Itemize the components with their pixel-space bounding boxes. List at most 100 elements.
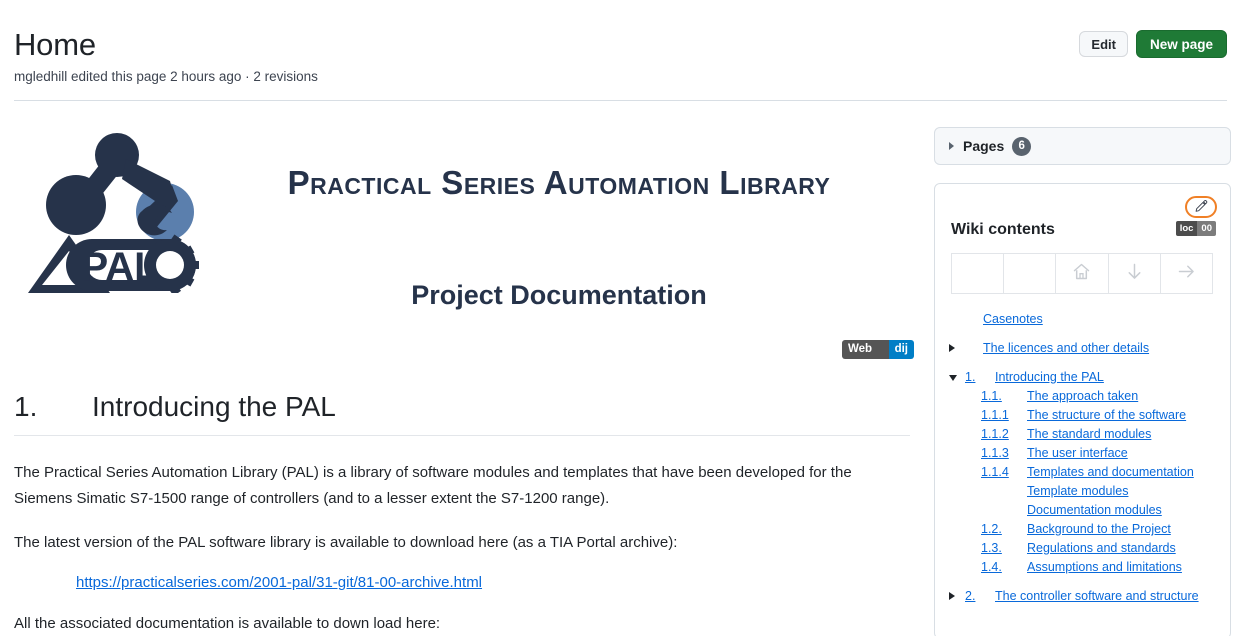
toc-item-link[interactable]: Background to the Project bbox=[1027, 520, 1171, 538]
toc-item: 1.2. Background to the Project bbox=[949, 520, 1216, 538]
wiki-nav-table bbox=[950, 253, 1214, 294]
edit-button[interactable]: Edit bbox=[1079, 31, 1128, 57]
loc-badge: loc 00 bbox=[1175, 221, 1216, 236]
section-heading: 1. Introducing the PAL bbox=[14, 391, 910, 423]
new-page-button[interactable]: New page bbox=[1135, 30, 1227, 58]
toc-item: The licences and other details bbox=[949, 339, 1216, 357]
toc-item-link[interactable]: Regulations and standards bbox=[1027, 539, 1176, 557]
pal-logo-icon: PAL bbox=[28, 133, 199, 293]
chevron-right-icon bbox=[949, 142, 954, 150]
banner: PAL Practical Series Automation Library … bbox=[14, 118, 914, 318]
toc-caret-spacer bbox=[949, 531, 965, 533]
wiki-contents-card: loc 00 Wiki contents Casenotes The licen… bbox=[934, 183, 1231, 636]
paragraph-2: The latest version of the PAL software l… bbox=[14, 534, 678, 551]
arrow-down-icon bbox=[1128, 263, 1141, 279]
toc-item-link[interactable]: Assumptions and limitations bbox=[1027, 558, 1182, 576]
web-id-badge: Web ID dij bbox=[842, 340, 914, 359]
home-icon bbox=[1074, 263, 1090, 279]
toc-item-link[interactable]: Documentation modules bbox=[1027, 501, 1162, 519]
paragraph-3: All the associated documentation is avai… bbox=[14, 615, 441, 632]
banner-subtitle: Project Documentation bbox=[411, 280, 707, 310]
toc-item: 1. Introducing the PAL bbox=[949, 368, 1216, 386]
toc-item: 2. The controller software and structure bbox=[949, 587, 1216, 605]
toc-item-number[interactable]: 1.3. bbox=[981, 539, 1027, 557]
nav-cell-forward[interactable] bbox=[1159, 253, 1214, 294]
toc-item-number[interactable]: 1. bbox=[965, 368, 995, 386]
toc-item-link[interactable]: The standard modules bbox=[1027, 425, 1151, 443]
table-row bbox=[950, 253, 1214, 294]
paragraph-1: The Practical Series Automation Library … bbox=[14, 464, 852, 507]
web-id-badge-label: Web ID bbox=[842, 340, 889, 359]
toc-caret-spacer bbox=[949, 474, 965, 476]
page-header: Home mgledhill edited this page 2 hours … bbox=[0, 0, 1241, 100]
toc-item-link[interactable]: Casenotes bbox=[983, 310, 1043, 328]
toc-item: 1.4. Assumptions and limitations bbox=[949, 558, 1216, 576]
toc-item-link[interactable]: The user interface bbox=[1027, 444, 1128, 462]
toc-caret-right-icon bbox=[949, 592, 955, 600]
toc-caret-spacer bbox=[949, 321, 965, 323]
toc-item: 1.1.1 The structure of the software bbox=[949, 406, 1216, 424]
toc-caret-spacer bbox=[949, 417, 965, 419]
toc-item-link[interactable]: Template modules bbox=[1027, 482, 1128, 500]
toc-item-number[interactable]: 1.1. bbox=[981, 387, 1027, 405]
toc-caret-right-icon bbox=[949, 344, 955, 352]
pal-logo-text: PAL bbox=[81, 245, 158, 289]
toc-item: 1.1.2 The standard modules bbox=[949, 425, 1216, 443]
section-heading-number: 1. bbox=[14, 391, 38, 422]
web-id-badge-value: dij bbox=[888, 340, 914, 359]
toc-item: 1.1.3 The user interface bbox=[949, 444, 1216, 462]
toc-item: 1.1.4 Templates and documentation bbox=[949, 463, 1216, 481]
toc-caret-spacer bbox=[949, 436, 965, 438]
toc-item-number[interactable]: 1.1.4 bbox=[981, 463, 1027, 481]
toc-caret-spacer bbox=[949, 550, 965, 552]
toc-expand-toggle[interactable] bbox=[949, 342, 965, 352]
toc-item: Casenotes bbox=[949, 310, 1216, 328]
sidebar: Pages 6 loc 00 Wiki contents Casenotes T… bbox=[934, 127, 1231, 636]
toc-item-number[interactable]: 1.4. bbox=[981, 558, 1027, 576]
header-actions: Edit New page bbox=[1079, 30, 1227, 58]
toc-item-number[interactable]: 1.1.2 bbox=[981, 425, 1027, 443]
loc-badge-label: loc bbox=[1175, 221, 1198, 236]
main-content: PAL Practical Series Automation Library … bbox=[14, 118, 914, 632]
toc-collapse-toggle[interactable] bbox=[949, 373, 965, 381]
nav-cell-empty-1 bbox=[950, 253, 1005, 294]
archive-download-link[interactable]: https://practicalseries.com/2001-pal/31-… bbox=[76, 574, 482, 591]
toc-item-link[interactable]: The structure of the software bbox=[1027, 406, 1186, 424]
toc-caret-spacer bbox=[949, 455, 965, 457]
page-title: Home bbox=[14, 27, 96, 62]
page-meta: mgledhill edited this page 2 hours ago ·… bbox=[14, 69, 318, 84]
wiki-page: Home mgledhill edited this page 2 hours … bbox=[0, 0, 1241, 636]
toc-item: 1.1. The approach taken bbox=[949, 387, 1216, 405]
toc-item-link[interactable]: Templates and documentation bbox=[1027, 463, 1194, 481]
banner-title: Practical Series Automation Library bbox=[287, 164, 831, 201]
toc-caret-spacer bbox=[949, 512, 965, 514]
pencil-icon bbox=[1195, 200, 1208, 212]
toc-caret-spacer bbox=[949, 398, 965, 400]
pages-count-badge: 6 bbox=[1012, 136, 1032, 156]
toc-item-number[interactable]: 1.1.1 bbox=[981, 406, 1027, 424]
toc-item: 1.3. Regulations and standards bbox=[949, 539, 1216, 557]
download-link-block: https://practicalseries.com/2001-pal/31-… bbox=[76, 570, 482, 596]
loc-badge-value: 00 bbox=[1197, 221, 1216, 236]
section-heading-text: Introducing the PAL bbox=[92, 391, 336, 422]
toc-expand-toggle[interactable] bbox=[949, 590, 965, 600]
edit-wiki-contents-button[interactable] bbox=[1185, 196, 1217, 218]
toc-item: Documentation modules bbox=[949, 501, 1216, 519]
toc-item-number[interactable]: 2. bbox=[965, 587, 995, 605]
header-divider bbox=[14, 100, 1227, 101]
toc-caret-spacer bbox=[949, 493, 965, 495]
nav-cell-down[interactable] bbox=[1107, 253, 1161, 294]
toc-item-link[interactable]: The licences and other details bbox=[983, 339, 1149, 357]
section-heading-divider bbox=[14, 435, 910, 436]
toc-item-link[interactable]: Introducing the PAL bbox=[995, 368, 1104, 386]
toc-item-link[interactable]: The approach taken bbox=[1027, 387, 1138, 405]
toc-item: Template modules bbox=[949, 482, 1216, 500]
nav-cell-empty-2 bbox=[1003, 253, 1057, 294]
toc-item-number[interactable]: 1.2. bbox=[981, 520, 1027, 538]
toc-item-number[interactable]: 1.1.3 bbox=[981, 444, 1027, 462]
arrow-right-icon bbox=[1178, 265, 1194, 277]
pages-section-toggle[interactable]: Pages 6 bbox=[934, 127, 1231, 165]
nav-cell-home[interactable] bbox=[1055, 253, 1109, 294]
toc-item-link[interactable]: The controller software and structure bbox=[995, 587, 1199, 605]
pages-label: Pages bbox=[963, 138, 1005, 154]
